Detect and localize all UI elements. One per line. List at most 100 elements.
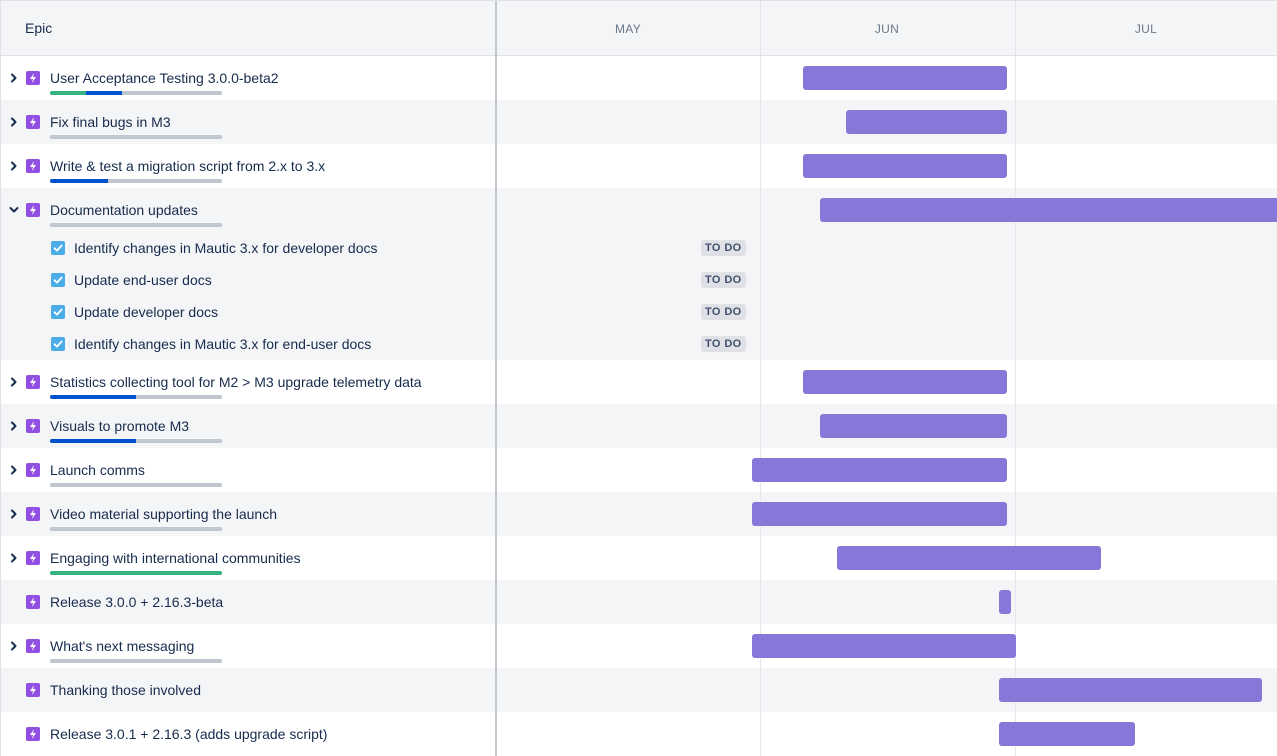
epic-progress-bar — [50, 91, 222, 95]
issue-row[interactable]: Update end-user docs TO DO — [1, 264, 1277, 296]
epic-timeline-bar[interactable] — [752, 458, 1007, 482]
epic-title[interactable]: User Acceptance Testing 3.0.0-beta2 — [50, 70, 279, 86]
epic-progress-bar — [50, 527, 222, 531]
epic-icon — [26, 375, 40, 389]
epic-icon — [26, 507, 40, 521]
chevron-right-icon[interactable] — [8, 508, 20, 520]
progress-in-progress — [50, 179, 109, 183]
epic-timeline-bar[interactable] — [752, 634, 1016, 658]
chevron-right-icon[interactable] — [8, 464, 20, 476]
issue-title[interactable]: Identify changes in Mautic 3.x for end-u… — [74, 336, 371, 352]
epic-timeline-bar[interactable] — [998, 678, 1262, 702]
progress-in-progress — [50, 439, 136, 443]
epic-timeline-bar[interactable] — [837, 546, 1101, 570]
epic-timeline-bar[interactable] — [752, 502, 1007, 526]
chevron-right-icon[interactable] — [8, 116, 20, 128]
chevron-down-icon[interactable] — [8, 204, 20, 216]
epic-title[interactable]: Write & test a migration script from 2.x… — [50, 158, 325, 174]
progress-in-progress — [50, 395, 136, 399]
chevron-right-icon[interactable] — [8, 420, 20, 432]
issue-row[interactable]: Update developer docs TO DO — [1, 296, 1277, 328]
issue-title[interactable]: Update end-user docs — [74, 272, 212, 288]
status-lozenge: TO DO — [701, 304, 746, 320]
epic-row[interactable]: Launch comms — [1, 448, 1277, 492]
month-label-jun: JUN — [874, 22, 900, 36]
epic-icon — [26, 639, 40, 653]
epic-timeline-bar[interactable] — [803, 154, 1007, 178]
task-checkbox-icon — [51, 241, 65, 255]
epic-timeline-bar[interactable] — [803, 370, 1007, 394]
progress-done — [50, 91, 87, 95]
chevron-right-icon[interactable] — [8, 640, 20, 652]
epic-title[interactable]: Statistics collecting tool for M2 > M3 u… — [50, 374, 422, 390]
epic-icon — [26, 683, 40, 697]
epic-icon — [26, 727, 40, 741]
epic-title[interactable]: Video material supporting the launch — [50, 506, 277, 522]
epic-icon — [26, 463, 40, 477]
epic-row[interactable]: Engaging with international communities — [1, 536, 1277, 580]
epic-title[interactable]: Fix final bugs in M3 — [50, 114, 171, 130]
epic-progress-bar — [50, 223, 222, 227]
progress-done — [50, 571, 222, 575]
status-lozenge: TO DO — [701, 240, 746, 256]
epic-icon — [26, 595, 40, 609]
epic-title[interactable]: What's next messaging — [50, 638, 194, 654]
epic-progress-bar — [50, 483, 222, 487]
epic-progress-bar — [50, 395, 222, 399]
epic-timeline-bar[interactable] — [820, 198, 1277, 222]
epic-title[interactable]: Release 3.0.1 + 2.16.3 (adds upgrade scr… — [50, 726, 327, 742]
epic-progress-bar — [50, 571, 222, 575]
issue-row[interactable]: Identify changes in Mautic 3.x for devel… — [1, 232, 1277, 264]
epic-row[interactable]: User Acceptance Testing 3.0.0-beta2 — [1, 56, 1277, 100]
chevron-right-icon[interactable] — [8, 552, 20, 564]
month-label-jul: JUL — [1134, 22, 1158, 36]
epic-row[interactable]: Statistics collecting tool for M2 > M3 u… — [1, 360, 1277, 404]
epic-row[interactable]: Write & test a migration script from 2.x… — [1, 144, 1277, 188]
issue-row[interactable]: Identify changes in Mautic 3.x for end-u… — [1, 328, 1277, 360]
epic-timeline-bar[interactable] — [820, 414, 1007, 438]
epic-icon — [26, 551, 40, 565]
epic-row[interactable]: Video material supporting the launch — [1, 492, 1277, 536]
epic-progress-bar — [50, 179, 222, 183]
timeline-header: Epic MAY JUN JUL — [1, 1, 1277, 56]
task-checkbox-icon — [51, 337, 65, 351]
epic-progress-bar — [50, 439, 222, 443]
issue-title[interactable]: Update developer docs — [74, 304, 218, 320]
issue-title[interactable]: Identify changes in Mautic 3.x for devel… — [74, 240, 378, 256]
epic-row[interactable]: What's next messaging — [1, 624, 1277, 668]
epic-row[interactable]: Release 3.0.1 + 2.16.3 (adds upgrade scr… — [1, 712, 1277, 756]
epic-icon — [26, 159, 40, 173]
progress-in-progress — [86, 91, 123, 95]
epic-column-header: Epic — [25, 20, 53, 36]
epic-row[interactable]: Thanking those involved — [1, 668, 1277, 712]
chevron-right-icon[interactable] — [8, 160, 20, 172]
epic-icon — [26, 115, 40, 129]
task-checkbox-icon — [51, 273, 65, 287]
chevron-right-icon[interactable] — [8, 72, 20, 84]
epic-title[interactable]: Documentation updates — [50, 202, 198, 218]
status-lozenge: TO DO — [701, 272, 746, 288]
epic-progress-bar — [50, 135, 222, 139]
epic-row[interactable]: Visuals to promote M3 — [1, 404, 1277, 448]
epic-row[interactable]: Fix final bugs in M3 — [1, 100, 1277, 144]
epic-timeline-bar[interactable] — [998, 722, 1135, 746]
epic-title[interactable]: Thanking those involved — [50, 682, 201, 698]
epic-title[interactable]: Visuals to promote M3 — [50, 418, 189, 434]
epic-title[interactable]: Launch comms — [50, 462, 145, 478]
epic-icon — [26, 419, 40, 433]
epic-timeline-bar[interactable] — [998, 590, 1011, 614]
epic-timeline-bar[interactable] — [845, 110, 1007, 134]
status-lozenge: TO DO — [701, 336, 746, 352]
task-checkbox-icon — [51, 305, 65, 319]
epic-row[interactable]: Release 3.0.0 + 2.16.3-beta — [1, 580, 1277, 624]
epic-icon — [26, 71, 40, 85]
epic-row[interactable]: Documentation updates — [1, 188, 1277, 232]
chevron-right-icon[interactable] — [8, 376, 20, 388]
epic-icon — [26, 203, 40, 217]
panel-divider[interactable] — [495, 1, 497, 756]
epic-progress-bar — [50, 659, 222, 663]
epic-title[interactable]: Release 3.0.0 + 2.16.3-beta — [50, 594, 223, 610]
epic-timeline-bar[interactable] — [803, 66, 1007, 90]
epic-title[interactable]: Engaging with international communities — [50, 550, 301, 566]
month-label-may: MAY — [614, 22, 642, 36]
